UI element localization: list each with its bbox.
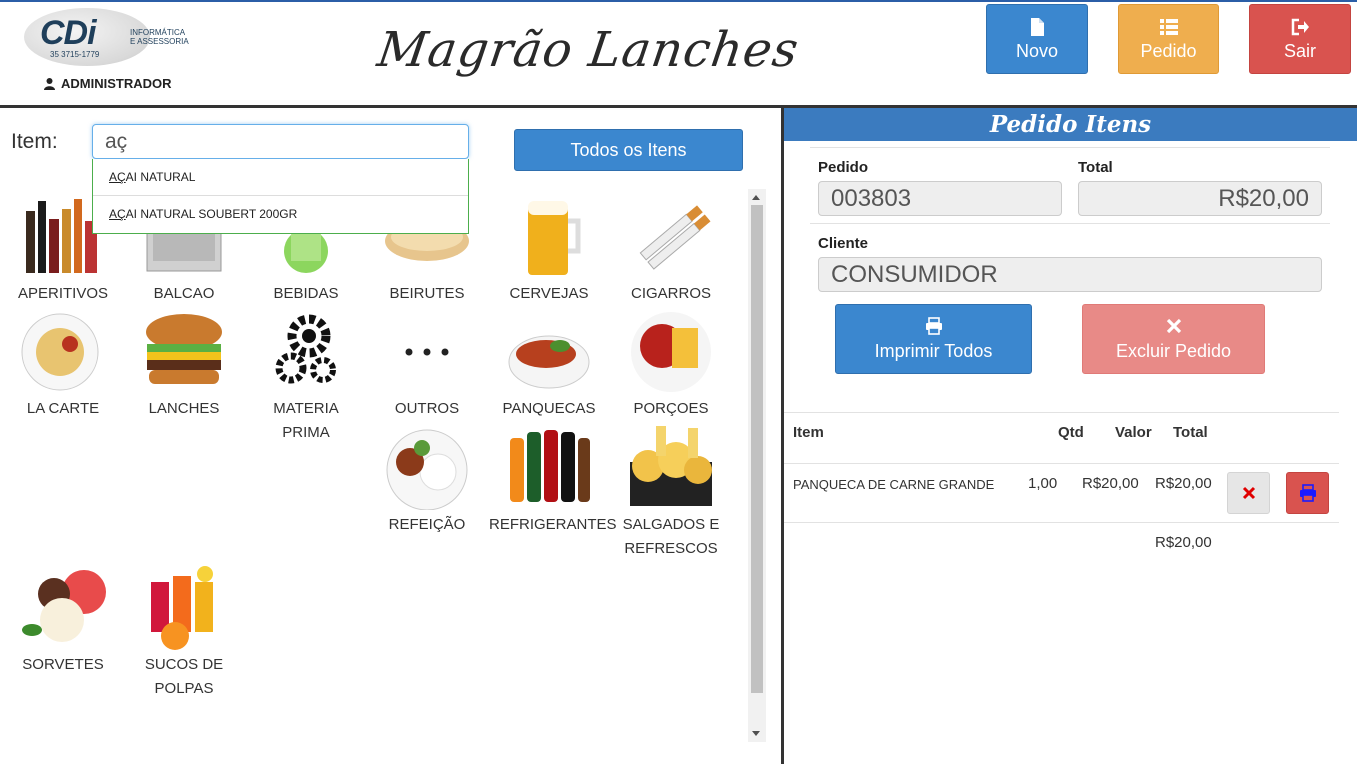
item-search-label: Item:	[11, 130, 58, 153]
category-label: CERVEJAS	[509, 285, 589, 302]
category-porçoes[interactable]: PORÇOES	[611, 306, 731, 421]
close-icon	[1242, 486, 1255, 500]
order-items-title: Pedido Itens	[784, 108, 1357, 141]
item-search-input[interactable]	[92, 124, 469, 159]
divider	[784, 463, 1339, 464]
category-label: PANQUECAS	[502, 400, 596, 417]
file-icon	[1031, 17, 1044, 36]
pancake-icon	[504, 306, 594, 394]
client-label: Cliente	[818, 235, 869, 252]
category-label: OUTROS	[394, 400, 460, 417]
brand-title: Magrão Lanches	[374, 22, 803, 78]
client-field: CONSUMIDOR	[818, 257, 1322, 292]
category-materia-prima[interactable]: MATERIA PRIMA	[246, 306, 366, 445]
new-order-button[interactable]: Novo	[986, 4, 1088, 74]
divider	[810, 223, 1330, 224]
pasta-plate-icon	[18, 306, 108, 394]
col-valor: Valor	[1115, 424, 1152, 441]
suggestion-item[interactable]: AÇAI NATURAL SOUBERT 200GR	[93, 196, 468, 233]
gears-icon	[261, 306, 351, 394]
category-label: PORÇOES	[633, 400, 709, 417]
category-label: LANCHES	[148, 400, 220, 417]
category-refrigerantes[interactable]: REFRIGERANTES	[489, 422, 617, 537]
category-scrollbar[interactable]	[748, 189, 766, 742]
category-cervejas[interactable]: CERVEJAS	[489, 191, 609, 306]
logout-button[interactable]: Sair	[1249, 4, 1351, 74]
app-header: CDi INFORMÁTICA E ASSESSORIA 35 3715-177…	[0, 2, 1357, 106]
order-number-field: 003803	[818, 181, 1062, 216]
divider	[810, 147, 1330, 148]
snacks-icon	[626, 422, 716, 510]
category-label: REFEIÇÃO	[388, 516, 466, 533]
company-logo: CDi INFORMÁTICA E ASSESSORIA 35 3715-177…	[22, 8, 192, 68]
cigarettes-icon	[626, 191, 716, 279]
suggestion-item[interactable]: AÇAI NATURAL	[93, 159, 468, 196]
category-label: REFRIGERANTES	[489, 516, 617, 533]
category-label: CIGARROS	[630, 285, 711, 302]
user-name: ADMINISTRADOR	[61, 76, 172, 91]
orders-button[interactable]: Pedido	[1118, 4, 1219, 74]
row-qtd: 1,00	[1028, 475, 1058, 492]
current-user: ADMINISTRADOR	[44, 76, 172, 91]
category-label: SUCOS DE POLPAS	[144, 656, 224, 697]
category-label: BALCAO	[153, 285, 215, 302]
scroll-up-arrow[interactable]	[752, 195, 760, 200]
dots-icon	[382, 306, 472, 394]
order-number-label: Pedido	[818, 159, 869, 176]
category-label: MATERIA PRIMA	[273, 400, 339, 441]
row-total: R$20,00	[1155, 475, 1212, 492]
order-total-label: Total	[1078, 159, 1113, 176]
category-label: LA CARTE	[26, 400, 100, 417]
order-sum: R$20,00	[1155, 534, 1212, 551]
logout-icon	[1291, 18, 1309, 35]
category-label: BEIRUTES	[389, 285, 465, 302]
category-sucos-de-polpas[interactable]: SUCOS DE POLPAS	[124, 562, 244, 701]
category-label: BEBIDAS	[273, 285, 339, 302]
meal-icon	[382, 422, 472, 511]
row-valor: R$20,00	[1082, 475, 1139, 492]
category-salgados-e-refrescos[interactable]: SALGADOS E REFRESCOS	[611, 422, 731, 561]
user-icon	[44, 77, 55, 90]
list-icon	[1159, 18, 1178, 35]
scroll-thumb[interactable]	[751, 205, 763, 693]
print-all-button[interactable]: Imprimir Todos	[835, 304, 1032, 374]
divider	[784, 412, 1339, 413]
category-cigarros[interactable]: CIGARROS	[611, 191, 731, 306]
burger-icon	[139, 306, 229, 394]
portions-icon	[626, 306, 716, 394]
delete-order-button[interactable]: Excluir Pedido	[1082, 304, 1265, 374]
category-refeição[interactable]: REFEIÇÃO	[367, 422, 487, 537]
print-item-button[interactable]	[1286, 472, 1329, 514]
printer-icon	[1299, 484, 1316, 502]
printer-icon	[925, 316, 942, 335]
scroll-down-arrow[interactable]	[752, 731, 760, 736]
col-total: Total	[1173, 424, 1208, 441]
row-item: PANQUECA DE CARNE GRANDE	[793, 477, 995, 492]
order-total-field: R$20,00	[1078, 181, 1322, 216]
remove-item-button[interactable]	[1227, 472, 1270, 514]
close-icon	[1166, 318, 1181, 333]
category-label: SALGADOS E REFRESCOS	[622, 516, 720, 557]
icecream-icon	[18, 562, 108, 650]
category-la-carte[interactable]: LA CARTE	[3, 306, 123, 421]
category-sorvetes[interactable]: SORVETES	[3, 562, 123, 677]
beer-icon	[504, 191, 594, 279]
category-outros[interactable]: OUTROS	[367, 306, 487, 421]
autocomplete-dropdown: AÇAI NATURAL AÇAI NATURAL SOUBERT 200GR	[92, 159, 469, 234]
panel-divider	[781, 108, 784, 764]
category-panquecas[interactable]: PANQUECAS	[489, 306, 609, 421]
col-item: Item	[793, 424, 824, 441]
all-items-button[interactable]: Todos os Itens	[514, 129, 743, 171]
category-label: SORVETES	[22, 656, 104, 673]
col-qtd: Qtd	[1058, 424, 1084, 441]
category-lanches[interactable]: LANCHES	[124, 306, 244, 421]
sodas-icon	[504, 422, 594, 510]
divider	[784, 522, 1339, 523]
category-label: APERITIVOS	[17, 285, 109, 302]
juice-icon	[139, 562, 229, 650]
